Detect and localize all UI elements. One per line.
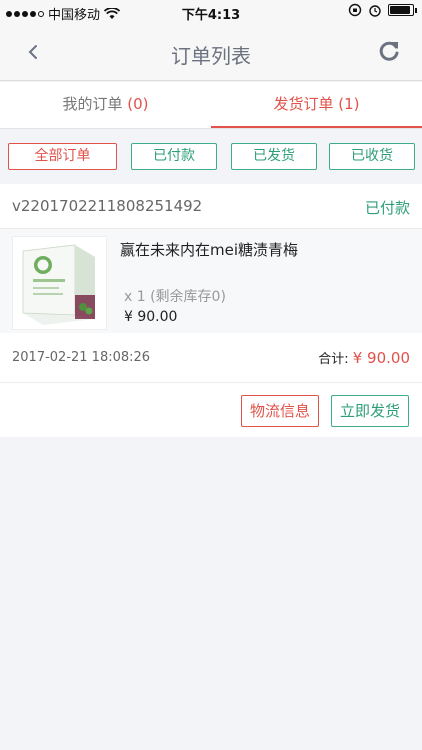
product-price: ¥ 90.00 xyxy=(124,309,178,325)
filter-paid[interactable]: 已付款 xyxy=(131,143,217,170)
ship-now-button[interactable]: 立即发货 xyxy=(331,395,409,427)
product-image xyxy=(12,236,107,330)
order-item[interactable]: 赢在未来内在mei糖渍青梅 x 1 (剩余库存0) ¥ 90.00 xyxy=(0,229,422,333)
tab-count: (1) xyxy=(338,95,360,113)
tab-shipping-orders[interactable]: 发货订单 (1) xyxy=(211,82,422,128)
tab-label: 我的订单 xyxy=(62,95,123,113)
tab-count: (0) xyxy=(127,95,149,113)
status-bar: 中国移动 下午4:13 xyxy=(0,0,422,24)
alarm-icon xyxy=(369,5,381,17)
order-number: v2201702211808251492 xyxy=(12,197,203,215)
product-name: 赢在未来内在mei糖渍青梅 xyxy=(120,241,299,259)
order-actions: 物流信息 立即发货 xyxy=(0,383,422,437)
product-quantity: x 1 (剩余库存0) xyxy=(124,289,226,305)
orientation-lock-icon xyxy=(348,3,362,17)
order-status-badge: 已付款 xyxy=(364,199,410,217)
order-date: 2017-02-21 18:08:26 xyxy=(12,350,151,365)
order-meta: 2017-02-21 18:08:26 合计: ¥ 90.00 xyxy=(0,333,422,383)
battery-icon xyxy=(388,4,417,16)
page-title: 订单列表 xyxy=(171,44,251,68)
total-value: ¥ 90.00 xyxy=(352,349,410,367)
refresh-icon[interactable] xyxy=(376,38,402,64)
filter-shipped[interactable]: 已发货 xyxy=(231,143,317,170)
total-label: 合计: xyxy=(318,352,349,367)
filter-all-orders[interactable]: 全部订单 xyxy=(8,143,117,170)
tab-label: 发货订单 xyxy=(273,95,334,113)
order-total: 合计: ¥ 90.00 xyxy=(318,348,410,367)
tab-my-orders[interactable]: 我的订单 (0) xyxy=(0,82,211,128)
status-filters: 全部订单 已付款 已发货 已收货 xyxy=(0,130,422,184)
order-header: v2201702211808251492 已付款 xyxy=(0,184,422,229)
navigation-bar: 订单列表 xyxy=(0,24,422,81)
filter-received[interactable]: 已收货 xyxy=(329,143,415,170)
logistics-info-button[interactable]: 物流信息 xyxy=(241,395,319,427)
status-icons xyxy=(348,3,417,17)
order-tabs: 我的订单 (0) 发货订单 (1) xyxy=(0,82,422,129)
